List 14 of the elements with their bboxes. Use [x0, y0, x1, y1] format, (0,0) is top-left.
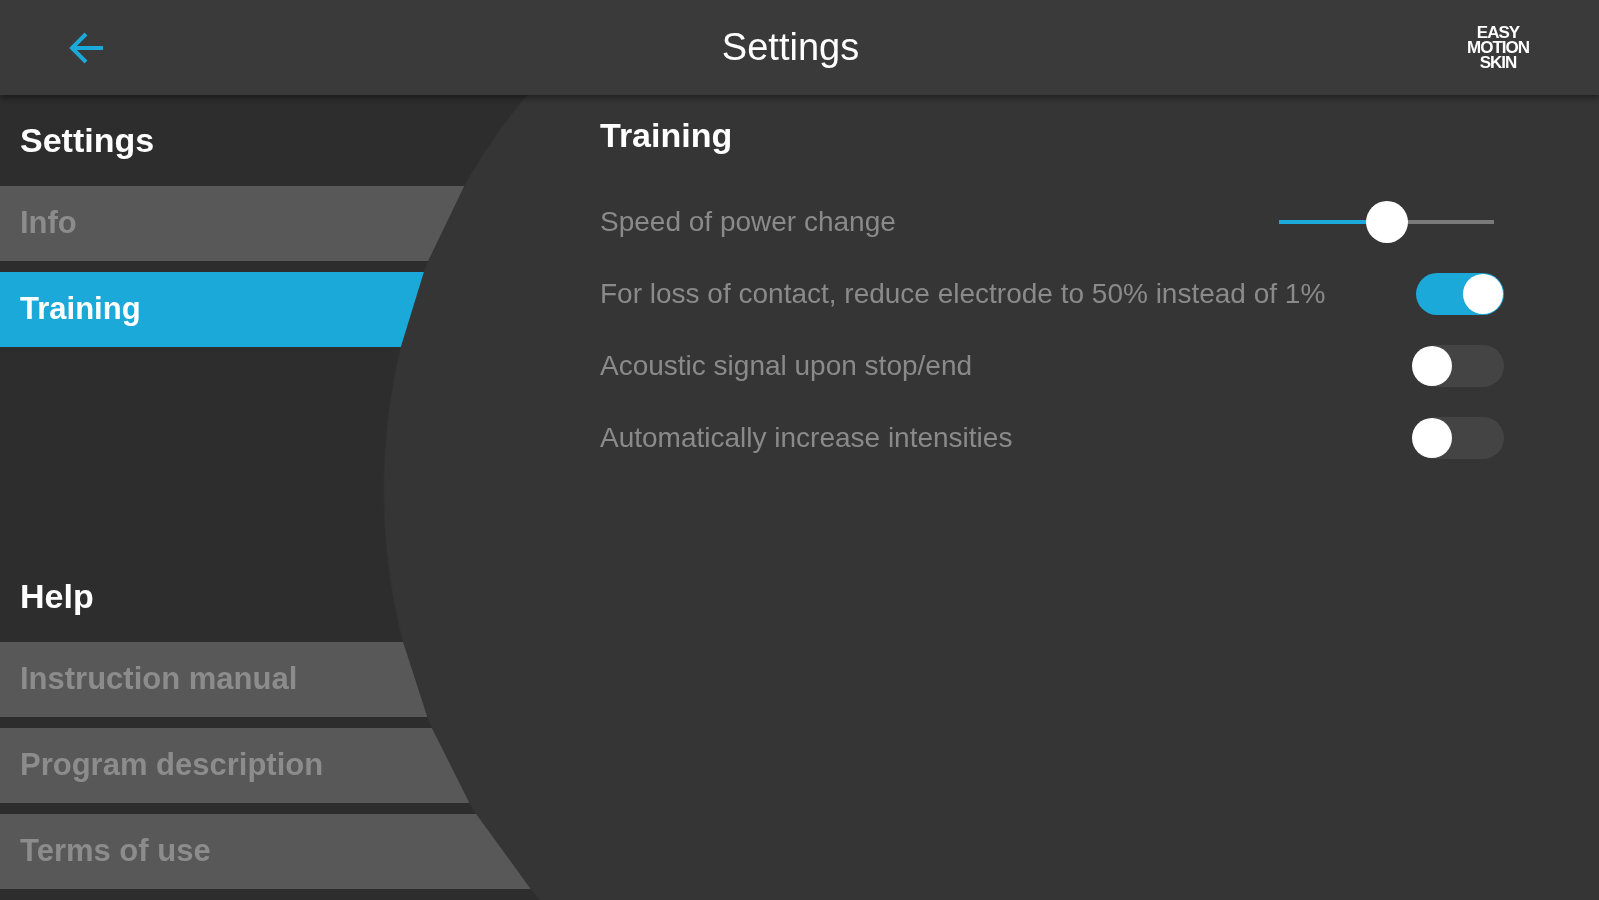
logo: EASY MOTION SKIN [1467, 25, 1529, 70]
back-arrow-icon [68, 30, 106, 65]
section-heading: Help [19, 576, 95, 617]
setting-label: For loss of contact, reduce electrode to 50% instead of 1% [600, 277, 1326, 312]
toggle-switch[interactable] [1416, 273, 1504, 315]
page-title: Settings [721, 25, 860, 70]
menu-item[interactable]: Training [0, 272, 424, 347]
setting-label: Automatically increase intensities [600, 421, 1013, 456]
slider[interactable] [1279, 201, 1494, 243]
setting-label: Acoustic signal upon stop/end [600, 349, 973, 384]
section-heading: Settings [19, 120, 156, 161]
setting-label: Speed of power change [600, 205, 896, 240]
slider-thumb[interactable] [1365, 201, 1408, 243]
section-heading: Training [600, 115, 734, 156]
